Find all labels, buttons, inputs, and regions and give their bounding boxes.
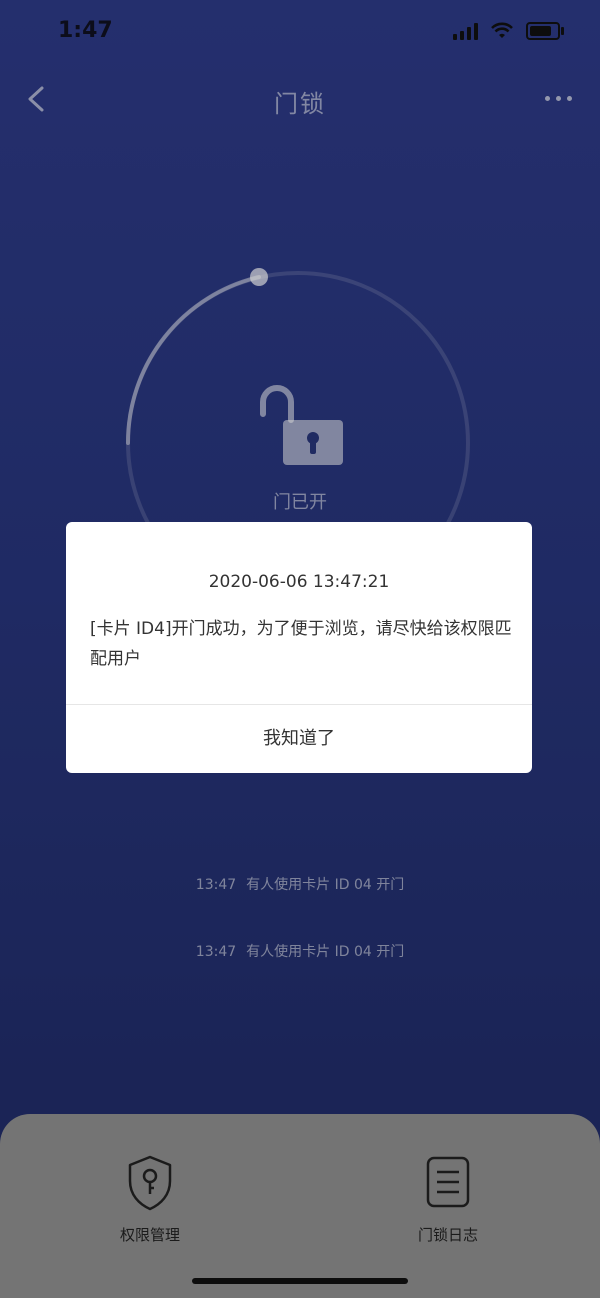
- dialog-message: [卡片 ID4]开门成功，为了便于浏览，请尽快给该权限匹配用户: [90, 619, 512, 669]
- dialog-confirm-button[interactable]: 我知道了: [66, 704, 532, 773]
- unlock-notification-dialog: 2020-06-06 13:47:21 [卡片 ID4]开门成功，为了便于浏览，…: [66, 522, 532, 773]
- dialog-datetime: 2020-06-06 13:47:21: [208, 572, 390, 592]
